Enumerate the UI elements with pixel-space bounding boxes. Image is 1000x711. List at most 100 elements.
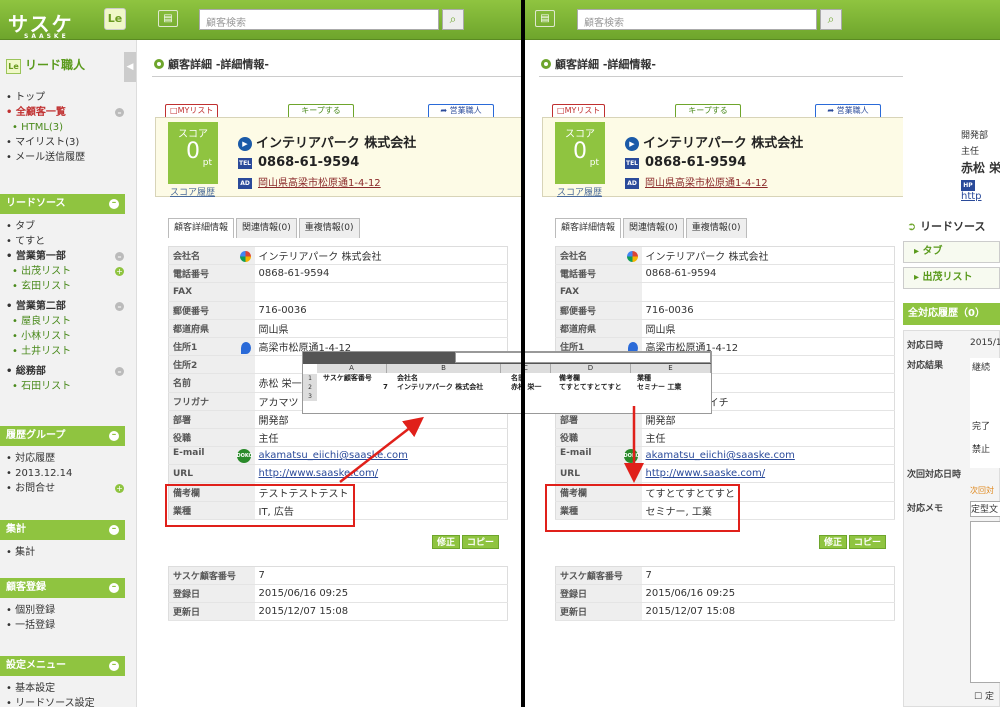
sidebar-item-doi-list[interactable]: • 土井リスト [6,344,128,359]
field-label: 郵便番号 [555,301,642,320]
play-icon[interactable]: ▶ [625,137,639,151]
template-checkbox[interactable]: ☐ 定 [974,689,994,702]
sidebar-item-inquiry[interactable]: • お問合せ + [6,481,128,496]
plus-icon[interactable]: + [115,484,124,493]
sales-tab-button[interactable]: ➦ 営業職人 [428,104,494,117]
sidebar-item-ishida-list[interactable]: • 石田リスト [6,379,128,394]
tab-duplicate-info[interactable]: 重複情報(0) [685,218,747,238]
edit-button[interactable]: 修正 [432,535,461,549]
google-icon[interactable] [239,251,251,263]
tab-related-info[interactable]: 関連情報(0) [236,218,297,238]
play-icon[interactable]: ▶ [238,137,252,151]
excel-cell: 7 [383,383,388,391]
mylist-tab-button[interactable]: □MYリスト [165,104,219,117]
search-button[interactable]: ⌕ [820,9,842,30]
minus-icon[interactable]: – [115,302,124,311]
minus-icon[interactable]: – [109,431,119,441]
homepage-link[interactable]: HPhttp [961,180,1000,202]
tab-duplicate-info[interactable]: 重複情報(0) [298,218,360,238]
minus-icon[interactable]: – [109,583,119,593]
sidebar-collapse-handle[interactable]: ◀ [124,52,136,82]
plus-icon[interactable]: + [115,267,124,276]
saaske-logo[interactable]: サスケ SAASKE [8,8,74,40]
sidebar-item-date[interactable]: • 2013.12.14 [6,466,128,481]
doko-icon[interactable]: DOKO [236,449,253,464]
sidebar-item-kobayashi-list[interactable]: • 小林リスト [6,329,128,344]
minus-icon[interactable]: – [115,108,124,117]
tab-related-info[interactable]: 関連情報(0) [623,218,684,238]
address-link[interactable]: AD 岡山県高梁市松原通1-4-12 [625,174,768,189]
sidebar-head-lead-source[interactable]: リードソース – [0,194,125,214]
sidebar-item-genda-list[interactable]: • 玄田リスト [6,279,128,294]
field-value[interactable]: http://www.saaske.com/ [254,464,508,484]
field-value[interactable]: akamatsu_eiichi@saaske.com [254,446,508,466]
sidebar-item-lead-source-settings[interactable]: • リードソース設定 [6,696,128,711]
sidebar-item-top[interactable]: • トップ [6,90,128,105]
sidebar-group-sales2[interactable]: • 営業第二部 – [6,299,128,314]
sidebar-item-response-history[interactable]: • 対応履歴 [6,451,128,466]
sidebar-item-bulk-register[interactable]: • 一括登録 [6,618,128,633]
result-complete[interactable]: 完了 [972,419,999,432]
customer-search-input[interactable]: 顧客検索 [199,9,439,30]
google-icon[interactable] [626,251,638,263]
sidebar-item-basic-settings[interactable]: • 基本設定 [6,681,128,696]
sidebar-item-demo-list[interactable]: • 出茂リスト + [6,264,128,279]
lead-source-item-tab[interactable]: ▸ タブ [903,241,1000,263]
sidebar-item-tab[interactable]: • タブ [6,219,128,234]
sales-tab-button[interactable]: ➦ 営業職人 [815,104,881,117]
result-continue[interactable]: 継続 [972,360,999,373]
sidebar-head-summary[interactable]: 集計 – [0,520,125,540]
keep-tab-button[interactable]: キープする [288,104,354,117]
sidebar-item-all-customers[interactable]: • 全顧客一覧 – [6,105,128,120]
sidebar-item-mylist[interactable]: • マイリスト(3) [6,135,128,150]
chat-icon[interactable]: ▤ [535,10,555,27]
system-value: 2015/12/07 15:08 [641,602,895,621]
copy-button[interactable]: コピー [462,535,500,549]
company-name[interactable]: ▶ インテリアパーク 株式会社 [625,132,803,151]
sidebar-item-test[interactable]: • てすと [6,234,128,249]
field-value[interactable]: http://www.saaske.com/ [641,464,895,484]
sidebar-title[interactable]: Le リード職人 [6,56,85,74]
chat-icon[interactable]: ▤ [158,10,178,27]
sidebar-head-settings[interactable]: 設定メニュー – [0,656,125,676]
sidebar-item-mail-history[interactable]: • メール送信履歴 [6,150,128,165]
history-panel-header[interactable]: 全対応履歴（0） [903,303,1000,325]
sidebar-item-single-register[interactable]: • 個別登録 [6,603,128,618]
mylist-tab-button[interactable]: □MYリスト [552,104,606,117]
sidebar-item-html[interactable]: • HTML(3) [6,120,128,135]
sidebar-group-general[interactable]: • 総務部 – [6,364,128,379]
next-action-value[interactable]: 次回対 [970,485,994,496]
score-history-link[interactable]: スコア履歴 [557,185,602,198]
result-forbidden[interactable]: 禁止 [972,442,999,455]
lead-source-item-demo-list[interactable]: ▸ 出茂リスト [903,267,1000,289]
map-pin-icon[interactable] [240,341,251,354]
minus-icon[interactable]: – [109,661,119,671]
template-select[interactable]: 定型文 [970,501,1000,517]
minus-icon[interactable]: – [109,199,119,209]
customer-search-input[interactable]: 顧客検索 [577,9,817,30]
field-value[interactable]: akamatsu_eiichi@saaske.com [641,446,895,466]
le-app-icon[interactable]: Le [104,8,126,30]
history-result-options[interactable]: 継続 完了 禁止 [970,358,1000,468]
tab-detail-info[interactable]: 顧客詳細情報 [168,218,235,238]
keep-tab-button[interactable]: キープする [675,104,741,117]
memo-textarea[interactable] [970,521,1000,683]
sidebar-group-sales1[interactable]: • 営業第一部 – [6,249,128,264]
score-history-link[interactable]: スコア履歴 [170,185,215,198]
sidebar-head-history-group[interactable]: 履歴グループ – [0,426,125,446]
history-date-value[interactable]: 2015/1 [970,338,1000,348]
sidebar-item-yara-list[interactable]: • 屋良リスト [6,314,128,329]
search-button[interactable]: ⌕ [442,9,464,30]
company-name[interactable]: ▶ インテリアパーク 株式会社 [238,132,416,151]
minus-icon[interactable]: – [109,525,119,535]
doko-icon[interactable]: DOKO [623,449,640,464]
minus-icon[interactable]: – [115,252,124,261]
sidebar-head-registration[interactable]: 顧客登録 – [0,578,125,598]
copy-button[interactable]: コピー [849,535,887,549]
sidebar-item-summary[interactable]: • 集計 [6,545,128,560]
edit-button[interactable]: 修正 [819,535,848,549]
tab-detail-info[interactable]: 顧客詳細情報 [555,218,622,238]
excel-col-header: A [317,364,387,373]
address-link[interactable]: AD 岡山県高梁市松原通1-4-12 [238,174,381,189]
minus-icon[interactable]: – [115,367,124,376]
